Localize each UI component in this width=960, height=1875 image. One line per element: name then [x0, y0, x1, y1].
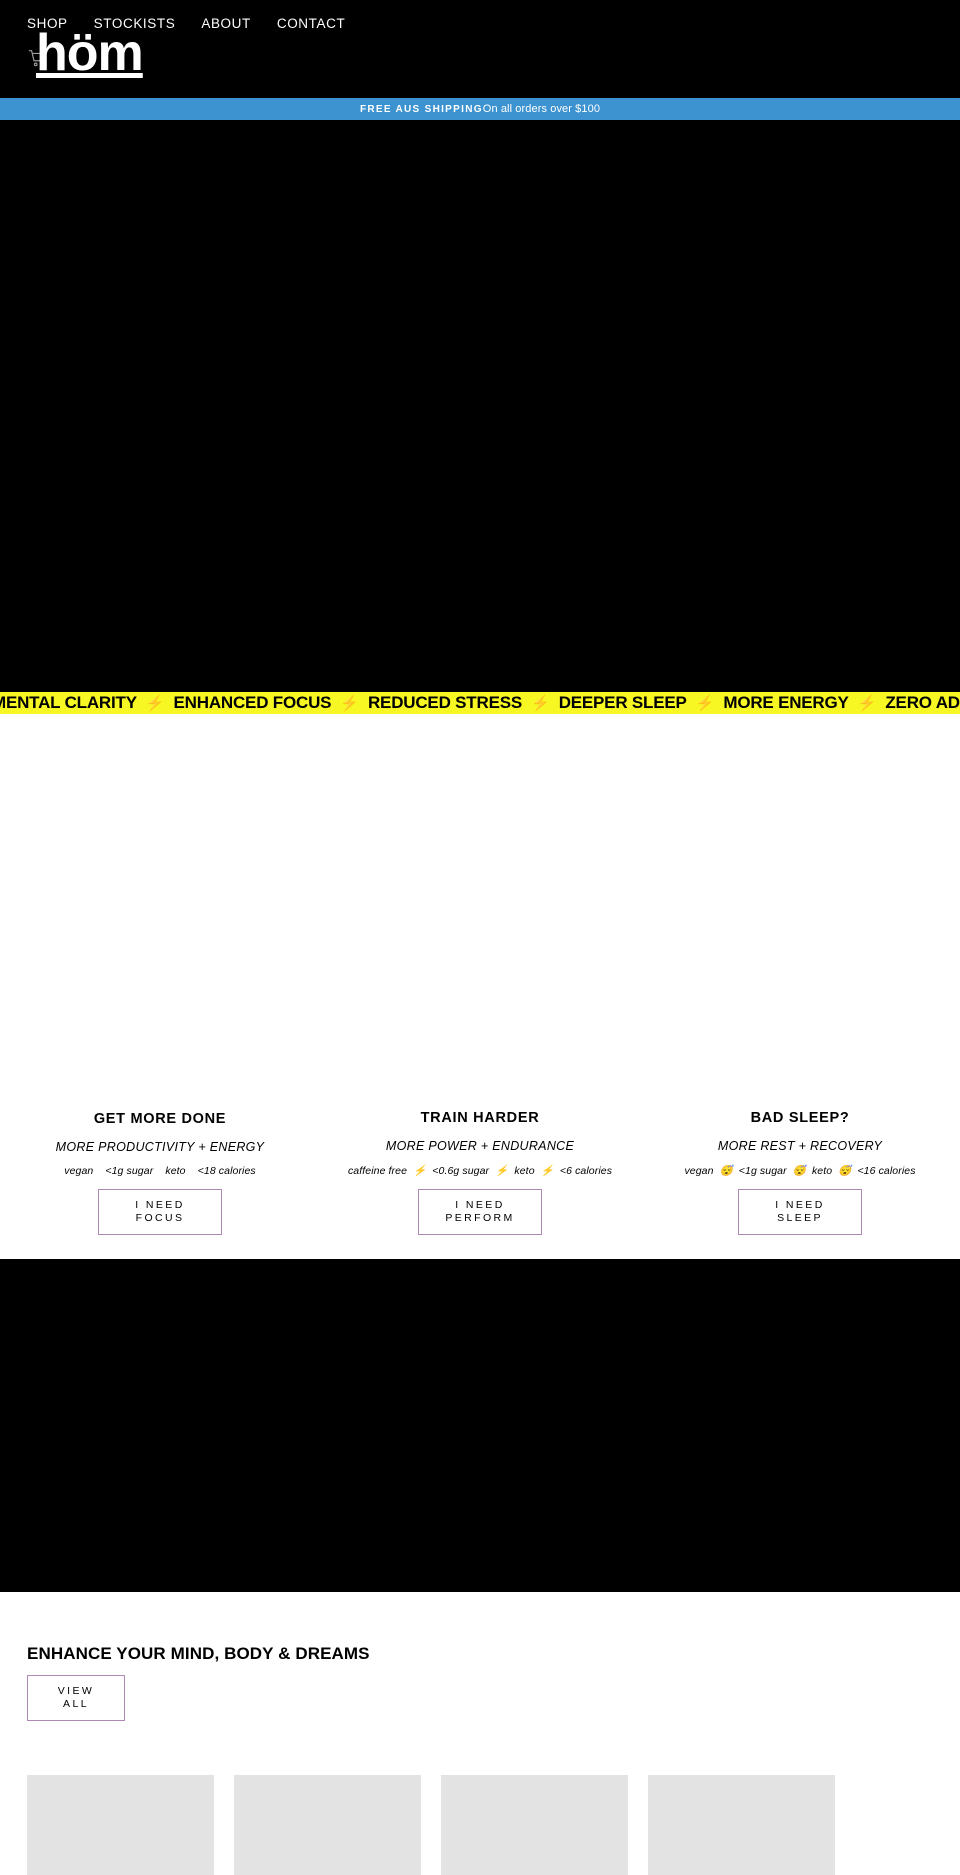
site-header: SHOP STOCKISTS ABOUT CONTACT höm: [0, 0, 960, 98]
feature-band: [0, 1259, 960, 1592]
lightning-bolt-icon: ⚡: [340, 694, 359, 712]
marquee-item: ZERO ADDED SUGAR: [885, 693, 960, 712]
benefit-product-image-perform: [320, 820, 640, 1110]
spec-item: <6 calories: [559, 1165, 613, 1177]
product-card[interactable]: [441, 1775, 628, 1875]
benefit-specs: vegan <1g sugar keto <18 calories: [64, 1165, 256, 1177]
spec-item: caffeine free: [347, 1165, 408, 1177]
spec-item: <18 calories: [197, 1165, 256, 1177]
spec-separator: ⚡: [495, 1165, 509, 1177]
spec-item: <1g sugar: [738, 1165, 787, 1177]
marquee-item: MORE ENERGY: [723, 693, 849, 712]
spec-separator: ⚡: [413, 1165, 427, 1177]
collection-section: ENHANCE YOUR MIND, BODY & DREAMS VIEW AL…: [0, 1592, 960, 1875]
brand-logo[interactable]: höm: [36, 27, 144, 79]
spec-item: vegan: [64, 1165, 94, 1177]
product-thumbnail: [648, 1775, 835, 1875]
i-need-sleep-button[interactable]: I NEED SLEEP: [738, 1189, 862, 1235]
benefit-tagline: MORE PRODUCTIVITY + ENERGY: [55, 1140, 265, 1154]
benefit-product-image-sleep: [640, 820, 960, 1110]
button-line-2: SLEEP: [777, 1212, 823, 1224]
product-grid: [27, 1775, 960, 1875]
lightning-bolt-icon: ⚡: [857, 694, 877, 712]
product-thumbnail: [234, 1775, 421, 1875]
announcement-text: On all orders over $100: [482, 103, 601, 115]
button-line-2: ALL: [63, 1698, 89, 1710]
nav-link-contact[interactable]: CONTACT: [277, 17, 345, 31]
benefit-tagline: MORE REST + RECOVERY: [717, 1139, 883, 1153]
marquee-item: MENTAL CLARITY: [0, 693, 137, 712]
announcement-bar: FREE AUS SHIPPING On all orders over $10…: [0, 98, 960, 120]
spec-item: keto: [514, 1165, 535, 1177]
lightning-bolt-icon: ⚡: [531, 694, 550, 712]
benefit-column-perform: TRAIN HARDER MORE POWER + ENDURANCE caff…: [320, 820, 640, 1235]
spec-item: <16 calories: [857, 1165, 916, 1177]
marquee-item: REDUCED STRESS: [367, 693, 522, 712]
collection-heading: ENHANCE YOUR MIND, BODY & DREAMS: [27, 1644, 370, 1663]
i-need-focus-button[interactable]: I NEED FOCUS: [98, 1189, 222, 1235]
spec-separator: ⚡: [540, 1165, 554, 1177]
product-card[interactable]: [234, 1775, 421, 1875]
lightning-bolt-icon: ⚡: [695, 694, 715, 712]
sleeping-face-icon: 😴: [792, 1165, 806, 1177]
marquee-item: ENHANCED FOCUS: [173, 693, 332, 712]
product-card[interactable]: [27, 1775, 214, 1875]
benefit-specs: caffeine free ⚡ <0.6g sugar ⚡ keto ⚡ <6 …: [348, 1164, 612, 1177]
benefits-section: GET MORE DONE MORE PRODUCTIVITY + ENERGY…: [0, 714, 960, 1259]
i-need-perform-button[interactable]: I NEED PERFORM: [418, 1189, 542, 1235]
nav-link-about[interactable]: ABOUT: [201, 17, 251, 31]
sleeping-face-icon: 😴: [838, 1165, 852, 1177]
benefit-column-focus: GET MORE DONE MORE PRODUCTIVITY + ENERGY…: [0, 821, 320, 1235]
benefits-marquee: MENTAL CLARITY ⚡ ENHANCED FOCUS ⚡ REDUCE…: [0, 692, 960, 714]
benefit-specs: vegan 😴 <1g sugar 😴 keto 😴 <16 calories: [684, 1164, 915, 1177]
spec-item: <0.6g sugar: [432, 1165, 490, 1177]
button-line-1: VIEW: [57, 1685, 95, 1697]
lightning-bolt-icon: ⚡: [145, 694, 165, 712]
logo-row: höm: [0, 27, 960, 89]
benefit-product-image-focus: [0, 821, 320, 1111]
button-line-1: I NEED: [455, 1199, 505, 1211]
benefit-title: GET MORE DONE: [93, 1111, 227, 1127]
benefit-title: BAD SLEEP?: [750, 1110, 850, 1126]
spec-item: <1g sugar: [105, 1165, 154, 1177]
sleeping-face-icon: 😴: [719, 1165, 733, 1177]
spec-item: keto: [811, 1165, 833, 1177]
main-navigation: SHOP STOCKISTS ABOUT CONTACT: [0, 0, 960, 31]
product-card[interactable]: [648, 1775, 835, 1875]
view-all-button[interactable]: VIEW ALL: [27, 1675, 125, 1721]
button-line-2: PERFORM: [445, 1212, 515, 1224]
button-line-1: I NEED: [775, 1199, 825, 1211]
benefit-title: TRAIN HARDER: [420, 1110, 540, 1126]
spec-item: keto: [165, 1165, 186, 1177]
button-line-1: I NEED: [135, 1199, 185, 1211]
product-thumbnail: [441, 1775, 628, 1875]
benefit-column-sleep: BAD SLEEP? MORE REST + RECOVERY vegan 😴 …: [640, 820, 960, 1235]
announcement-strong-text: FREE AUS SHIPPING: [359, 103, 483, 115]
marquee-track: MENTAL CLARITY ⚡ ENHANCED FOCUS ⚡ REDUCE…: [0, 693, 960, 713]
benefit-tagline: MORE POWER + ENDURANCE: [385, 1139, 575, 1153]
spec-item: vegan: [684, 1165, 714, 1177]
hero-banner: [0, 120, 960, 692]
button-line-2: FOCUS: [135, 1212, 185, 1224]
marquee-item: DEEPER SLEEP: [558, 693, 687, 712]
product-thumbnail: [27, 1775, 214, 1875]
